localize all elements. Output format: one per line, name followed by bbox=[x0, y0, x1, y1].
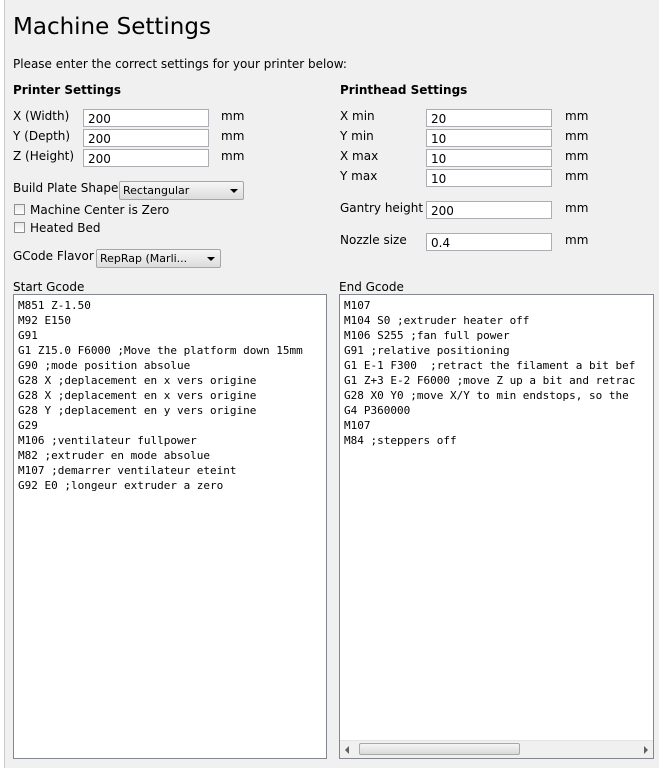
center-zero-checkbox[interactable] bbox=[14, 204, 25, 215]
depth-unit: mm bbox=[221, 129, 245, 143]
gantry-height-label: Gantry height bbox=[340, 201, 424, 215]
printhead-settings-heading: Printhead Settings bbox=[340, 83, 468, 97]
end-gcode-horizontal-scrollbar[interactable] bbox=[340, 740, 653, 758]
ymin-unit: mm bbox=[565, 129, 589, 143]
build-plate-select[interactable]: Rectangular bbox=[119, 181, 244, 200]
end-gcode-editor[interactable]: M107 M104 S0 ;extruder heater off M106 S… bbox=[339, 294, 654, 759]
nozzle-size-unit: mm bbox=[565, 233, 589, 247]
nozzle-size-field[interactable] bbox=[426, 233, 552, 251]
gantry-height-field[interactable] bbox=[426, 201, 552, 219]
nozzle-size-label: Nozzle size bbox=[340, 233, 407, 247]
depth-label: Y (Depth) bbox=[13, 129, 71, 143]
height-unit: mm bbox=[221, 149, 245, 163]
gcode-flavor-label: GCode Flavor bbox=[13, 249, 94, 263]
ymax-label: Y max bbox=[340, 169, 378, 183]
machine-settings-panel: Machine Settings Please enter the correc… bbox=[4, 0, 660, 768]
gantry-height-unit: mm bbox=[565, 201, 589, 215]
gcode-flavor-value: RepRap (Marli... bbox=[100, 252, 188, 265]
end-gcode-label: End Gcode bbox=[339, 280, 404, 294]
xmin-label: X min bbox=[340, 109, 375, 123]
chevron-down-icon bbox=[207, 257, 215, 261]
heated-bed-label: Heated Bed bbox=[30, 221, 101, 235]
width-label: X (Width) bbox=[13, 109, 70, 123]
start-gcode-editor[interactable]: M851 Z-1.50 M92 E150 G91 G1 Z15.0 F6000 … bbox=[13, 294, 327, 759]
height-field[interactable] bbox=[83, 149, 209, 167]
xmax-label: X max bbox=[340, 149, 379, 163]
heated-bed-checkbox[interactable] bbox=[14, 222, 25, 233]
start-gcode-label: Start Gcode bbox=[13, 280, 85, 294]
scroll-right-icon[interactable] bbox=[644, 746, 648, 754]
xmin-unit: mm bbox=[565, 109, 589, 123]
scroll-left-icon[interactable] bbox=[345, 746, 349, 754]
xmax-field[interactable] bbox=[426, 149, 552, 167]
scrollbar-thumb[interactable] bbox=[359, 743, 520, 755]
start-gcode-text: M851 Z-1.50 M92 E150 G91 G1 Z15.0 F6000 … bbox=[18, 299, 303, 492]
build-plate-value: Rectangular bbox=[123, 184, 190, 197]
ymin-label: Y min bbox=[340, 129, 374, 143]
build-plate-label: Build Plate Shape bbox=[13, 181, 119, 195]
ymin-field[interactable] bbox=[426, 129, 552, 147]
ymax-unit: mm bbox=[565, 169, 589, 183]
gcode-flavor-select[interactable]: RepRap (Marli... bbox=[96, 249, 221, 268]
printer-settings-heading: Printer Settings bbox=[13, 83, 121, 97]
width-field[interactable] bbox=[83, 109, 209, 127]
width-unit: mm bbox=[221, 109, 245, 123]
xmax-unit: mm bbox=[565, 149, 589, 163]
height-label: Z (Height) bbox=[13, 149, 75, 163]
ymax-field[interactable] bbox=[426, 169, 552, 187]
center-zero-label: Machine Center is Zero bbox=[30, 203, 170, 217]
xmin-field[interactable] bbox=[426, 109, 552, 127]
window-scroll-track bbox=[659, 0, 665, 768]
page-subtitle: Please enter the correct settings for yo… bbox=[13, 57, 347, 71]
chevron-down-icon bbox=[230, 189, 238, 193]
end-gcode-text: M107 M104 S0 ;extruder heater off M106 S… bbox=[344, 299, 636, 447]
page-title: Machine Settings bbox=[13, 14, 211, 40]
depth-field[interactable] bbox=[83, 129, 209, 147]
